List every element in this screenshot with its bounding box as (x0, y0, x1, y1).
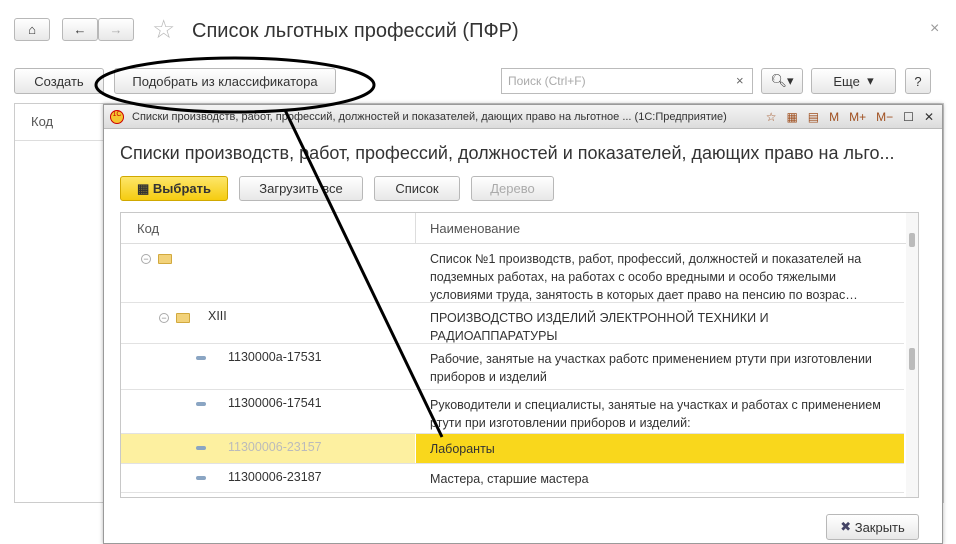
annotation-overlay (94, 56, 444, 438)
annotation-line (283, 109, 444, 438)
annotation-ellipse (94, 56, 376, 114)
